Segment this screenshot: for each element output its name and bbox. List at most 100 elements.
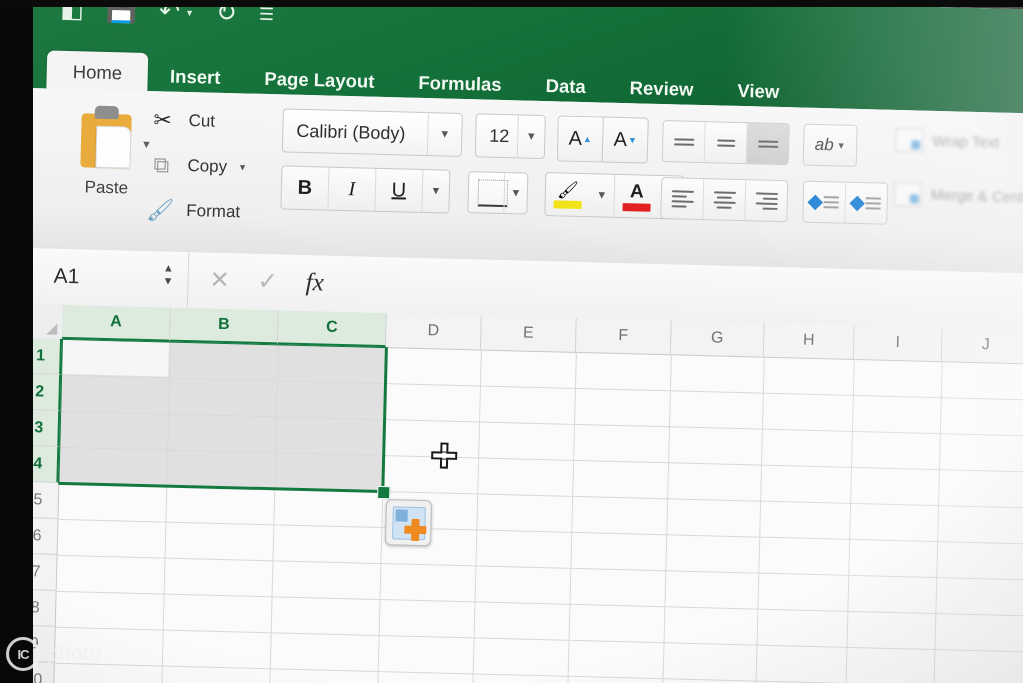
- orientation-label: ab: [814, 134, 834, 155]
- insert-function-icon[interactable]: fx: [305, 269, 324, 297]
- column-header-h[interactable]: H: [763, 322, 855, 359]
- format-painter-button[interactable]: 🖌 Format: [145, 197, 246, 226]
- align-bottom-button[interactable]: [746, 123, 789, 165]
- font-size-steppers: A ▲ A ▼: [556, 115, 649, 164]
- column-header-d[interactable]: D: [385, 313, 482, 350]
- borders-button[interactable]: ▼: [467, 171, 529, 215]
- wrap-text-button[interactable]: Wrap Text: [895, 127, 1023, 156]
- font-size-select[interactable]: 12 ▼: [474, 113, 546, 160]
- format-painter-label: Format: [186, 201, 241, 222]
- name-box[interactable]: A1 ▲ ▼: [38, 248, 190, 308]
- align-center-button[interactable]: [703, 179, 747, 221]
- align-right-button[interactable]: [745, 180, 787, 221]
- spinner-up-icon[interactable]: ▲: [163, 262, 174, 274]
- name-box-value: A1: [53, 264, 80, 288]
- wrap-text-icon: [895, 127, 924, 153]
- customize-toolbar-icon: ☰: [258, 4, 275, 25]
- font-family-select[interactable]: Calibri (Body) ▼: [281, 108, 463, 157]
- merge-cells-icon: [893, 181, 923, 207]
- shrink-font-button[interactable]: A ▼: [601, 116, 649, 164]
- borders-dropdown-icon[interactable]: ▼: [503, 173, 528, 214]
- font-family-dropdown-icon[interactable]: ▼: [426, 113, 462, 156]
- shrink-font-label: A: [613, 128, 628, 151]
- align-top-button[interactable]: [662, 121, 706, 163]
- formula-bar-buttons: ✕ ✓ fx: [199, 252, 325, 310]
- column-header-i[interactable]: I: [853, 324, 943, 362]
- copy-button[interactable]: ⧉ Copy ▼: [146, 152, 247, 181]
- spinner-down-icon[interactable]: ▼: [162, 275, 173, 287]
- clipboard-clasp-icon: [94, 105, 119, 120]
- merge-center-label: Merge & Center: [930, 186, 1023, 207]
- orientation-button[interactable]: ab ▼: [802, 123, 858, 167]
- align-left-button[interactable]: [661, 178, 705, 220]
- decrease-indent-icon: [807, 194, 824, 210]
- cancel-formula-button[interactable]: ✕: [209, 266, 230, 295]
- excel-application-window: ◧ 💾 ↶ ▼ ↻ ☰ Home Insert Page Layout Form…: [12, 0, 1023, 683]
- clipboard-commands: ✂ Cut ⧉ Copy ▼ 🖌 Format: [145, 107, 249, 226]
- column-header-g[interactable]: G: [670, 320, 765, 357]
- watermark-logo: IC: [6, 637, 40, 671]
- fill-color-dropdown-icon[interactable]: ▼: [589, 174, 616, 217]
- cell-area[interactable]: [53, 338, 1023, 683]
- name-box-spinner[interactable]: ▲ ▼: [162, 262, 174, 287]
- cut-button[interactable]: ✂ Cut: [147, 107, 248, 136]
- format-painter-icon: 🖌: [146, 196, 175, 223]
- customize-toolbar-button[interactable]: ☰: [258, 4, 275, 25]
- column-header-c[interactable]: C: [277, 310, 387, 348]
- ribbon-body: Paste ▼ ✂ Cut ⧉ Copy ▼ 🖌 Format Calibri …: [24, 87, 1023, 275]
- copy-icon: ⧉: [153, 152, 170, 178]
- triangle-down-icon: ▼: [627, 135, 637, 146]
- column-header-f[interactable]: F: [575, 317, 672, 355]
- underline-button[interactable]: U: [375, 168, 424, 212]
- increase-indent-button[interactable]: [845, 183, 887, 224]
- bold-button[interactable]: B: [281, 166, 330, 210]
- horizontal-align-buttons: [660, 177, 789, 223]
- font-style-row: B I U ▼ ▼ 🖌 ▼ A: [280, 165, 685, 220]
- underline-dropdown-icon[interactable]: ▼: [422, 170, 449, 213]
- wrap-merge-group: Wrap Text Merge & Center ▼: [893, 127, 1023, 240]
- font-size-dropdown-icon[interactable]: ▼: [516, 115, 545, 159]
- alignment-group: ab ▼: [660, 120, 889, 225]
- copy-label: Copy: [187, 156, 228, 177]
- merge-center-button[interactable]: Merge & Center ▼: [893, 181, 1023, 210]
- italic-button[interactable]: I: [328, 167, 377, 211]
- align-middle-button[interactable]: [704, 122, 748, 164]
- wrap-text-label: Wrap Text: [932, 132, 1000, 152]
- selection-border: [56, 338, 388, 494]
- undo-dropdown-icon[interactable]: ▼: [185, 7, 194, 17]
- column-header-a[interactable]: A: [62, 304, 171, 342]
- font-size-value: 12: [489, 125, 510, 146]
- increase-indent-icon: [849, 195, 865, 211]
- screen-bezel-top: [0, 0, 1023, 7]
- triangle-up-icon: ▲: [582, 134, 593, 145]
- vertical-align-buttons: [661, 120, 790, 166]
- worksheet-grid: A B C D E F G H I J 1 2 3 4 5 6 7 8 9 10: [12, 303, 1023, 683]
- confirm-formula-button[interactable]: ✓: [257, 267, 278, 296]
- decrease-indent-button[interactable]: [803, 181, 847, 223]
- fill-color-swatch: [553, 199, 582, 209]
- paint-bucket-icon: 🖌: [556, 179, 580, 200]
- paste-button[interactable]: [78, 105, 138, 169]
- indent-buttons: [802, 180, 889, 225]
- orientation-dropdown-icon[interactable]: ▼: [837, 140, 846, 150]
- watermark: IC photo: [6, 637, 102, 671]
- font-color-letter: A: [629, 180, 645, 203]
- font-color-button[interactable]: A: [614, 175, 659, 218]
- watermark-text: photo: [47, 642, 103, 665]
- copy-dropdown-icon[interactable]: ▼: [238, 162, 247, 172]
- font-family-value: Calibri (Body): [296, 120, 406, 144]
- fill-handle[interactable]: [377, 485, 391, 500]
- quick-analysis-button[interactable]: [384, 499, 433, 547]
- font-color-swatch: [622, 202, 651, 212]
- column-header-e[interactable]: E: [480, 315, 577, 352]
- screen-bezel-left: [0, 0, 33, 683]
- column-header-j[interactable]: J: [941, 327, 1023, 364]
- grow-font-button[interactable]: A ▲: [556, 115, 603, 163]
- plus-icon: [404, 519, 427, 542]
- photograph-of-screen: ◧ 💾 ↶ ▼ ↻ ☰ Home Insert Page Layout Form…: [0, 0, 1023, 683]
- font-style-buttons: B I U ▼: [280, 165, 451, 214]
- grow-font-label: A: [568, 127, 583, 150]
- fill-color-button[interactable]: 🖌: [545, 173, 590, 216]
- column-header-b[interactable]: B: [169, 307, 279, 345]
- cut-label: Cut: [188, 111, 216, 131]
